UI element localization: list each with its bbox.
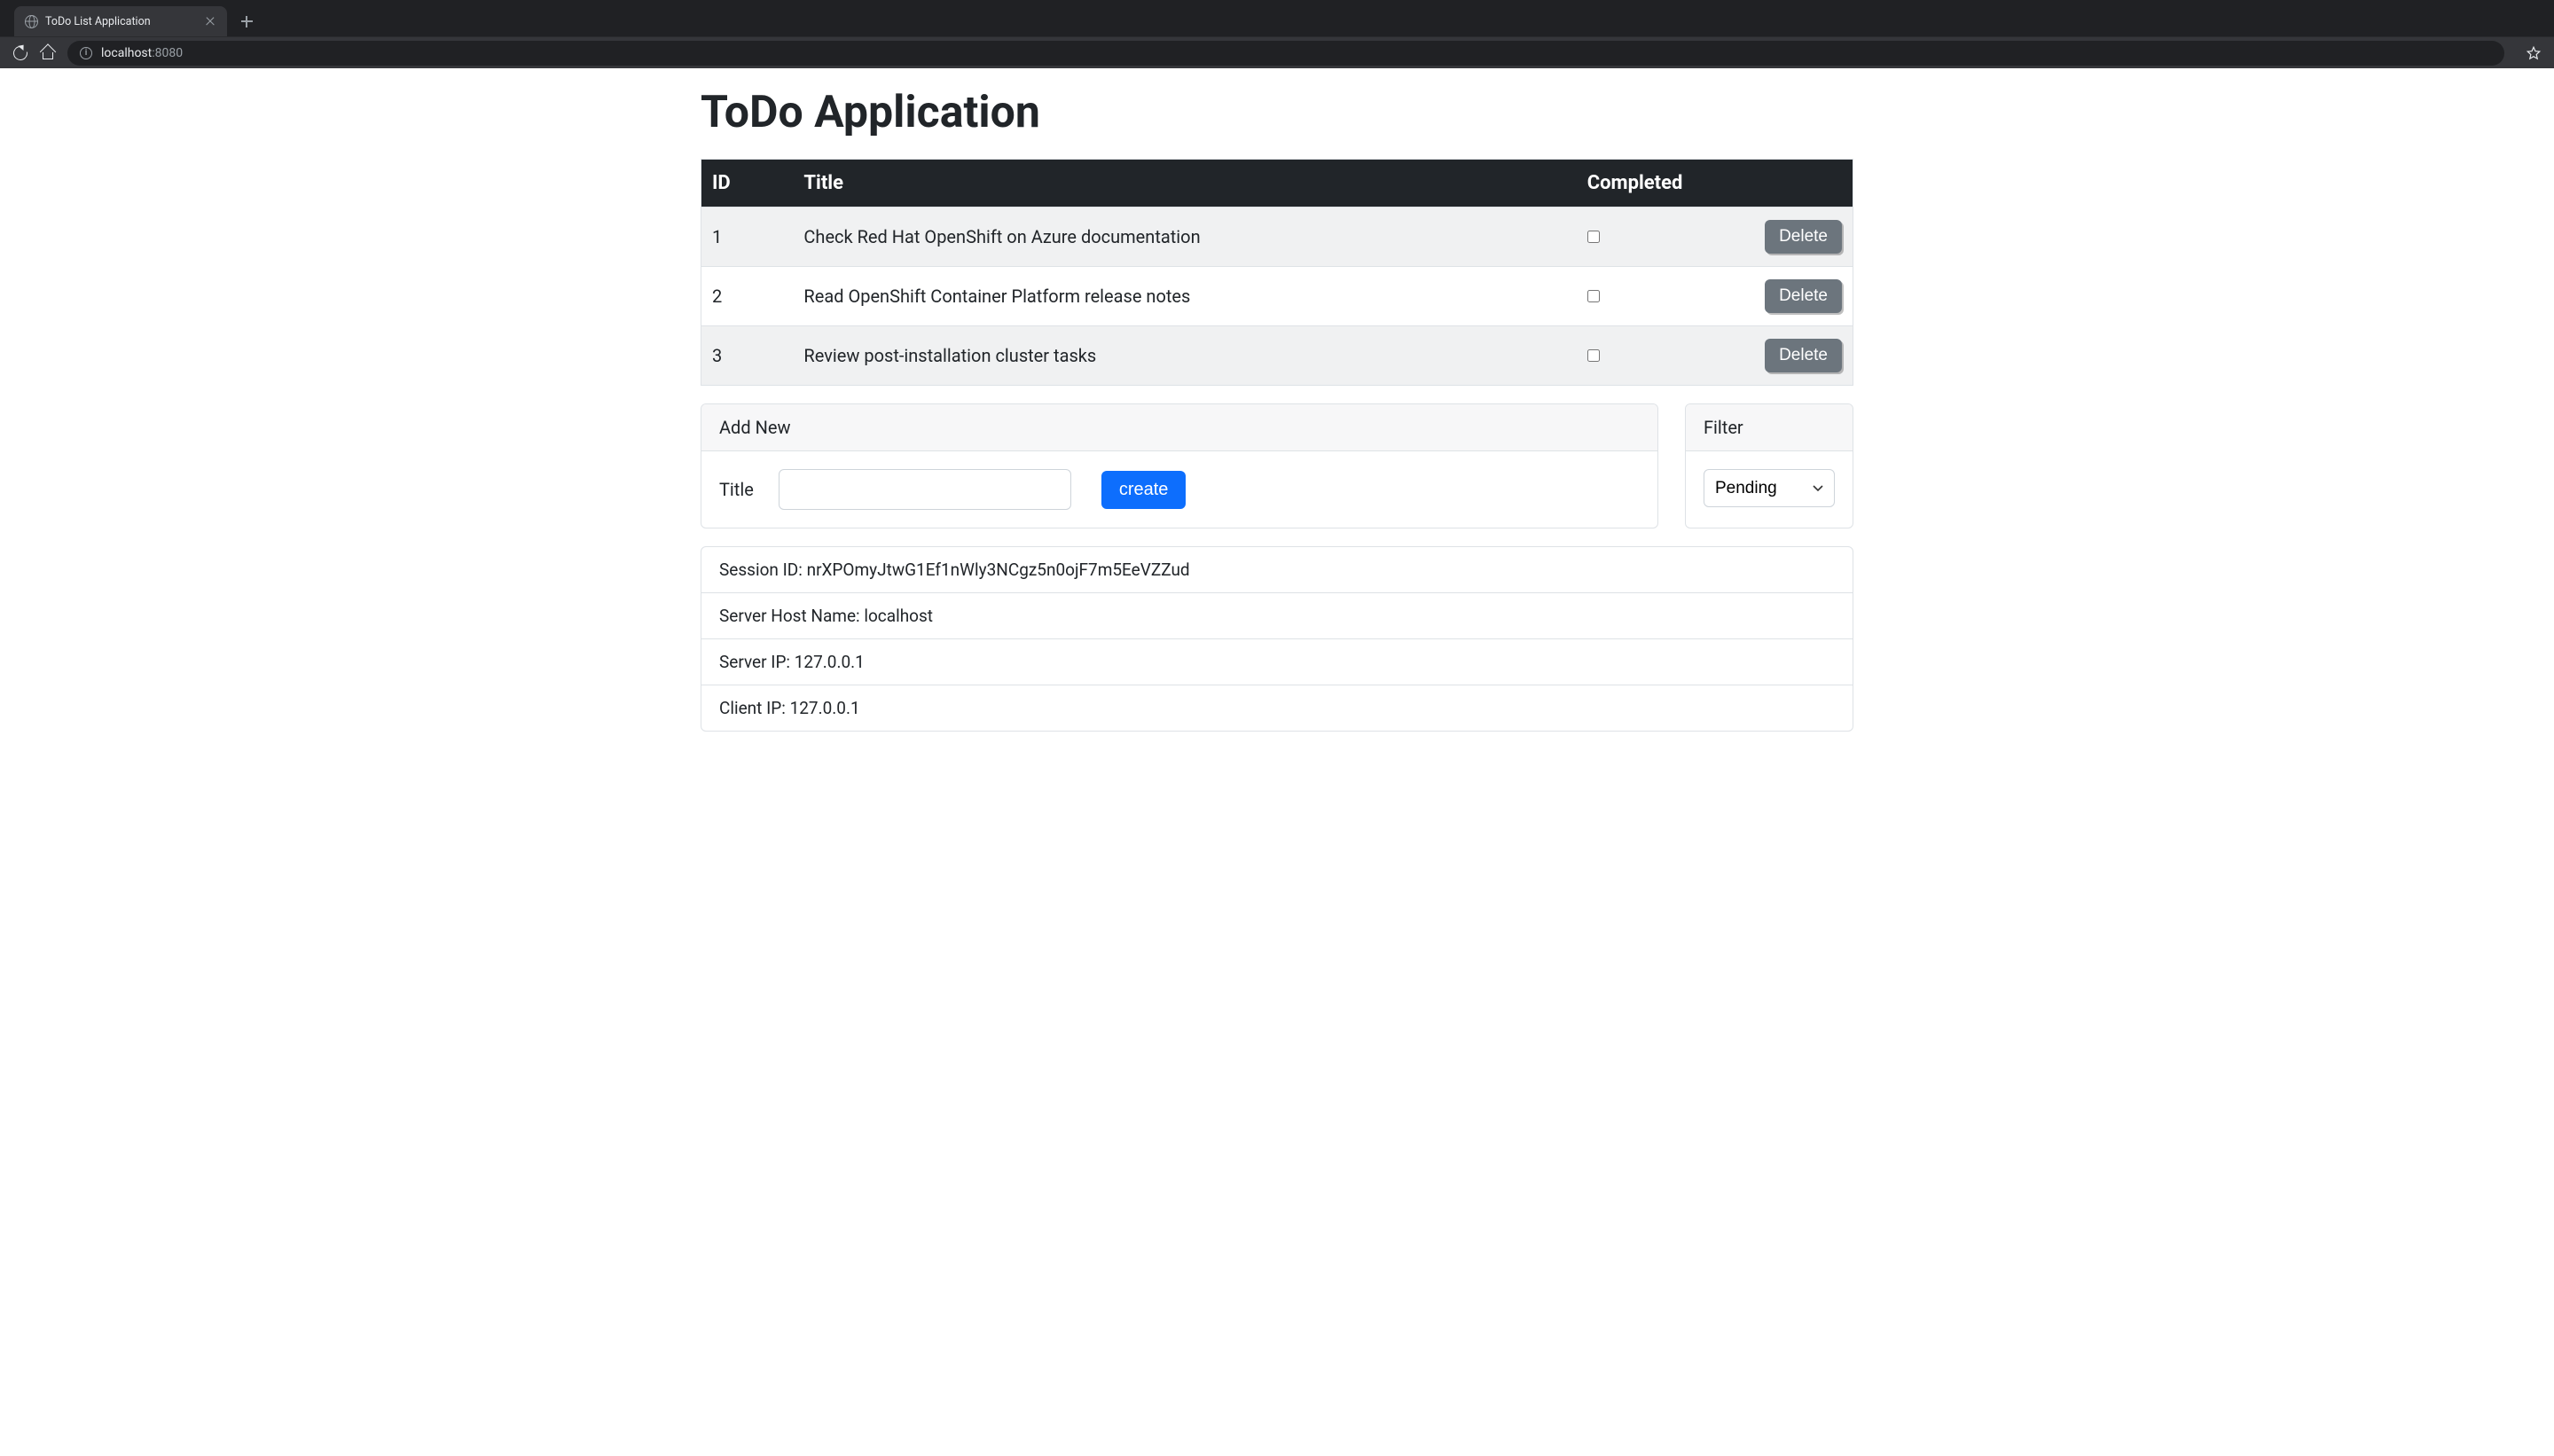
close-icon[interactable] [204,15,216,27]
tab-strip: ToDo List Application [0,0,2554,36]
th-title: Title [793,160,1576,207]
page-content: ToDo Application ID Title Completed 1 Ch… [701,68,1853,767]
info-host: Server Host Name: localhost [701,592,1853,638]
title-label: Title [719,479,754,500]
filter-header: Filter [1686,404,1853,451]
reload-icon[interactable] [12,45,28,61]
cell-id: 3 [701,326,794,386]
address-bar[interactable]: i localhost:8080 [67,41,2504,66]
site-info-icon[interactable]: i [80,47,92,59]
table-row: 3 Review post-installation cluster tasks… [701,326,1853,386]
th-completed: Completed [1577,160,1715,207]
server-info-list: Session ID: nrXPOmyJtwG1Ef1nWly3NCgz5n0o… [701,546,1853,732]
tab-title: ToDo List Application [45,15,197,28]
home-icon[interactable] [41,46,55,60]
add-new-card: Add New Title create [701,403,1658,528]
cell-title: Read OpenShift Container Platform releas… [793,267,1576,326]
new-tab-button[interactable] [234,9,259,34]
th-id: ID [701,160,794,207]
browser-chrome: ToDo List Application i localhost:8080 [0,0,2554,68]
delete-button[interactable]: Delete [1765,279,1842,313]
bookmark-star-icon[interactable] [2526,45,2542,61]
address-host: localhost [101,46,152,60]
cell-id: 2 [701,267,794,326]
title-input[interactable] [779,469,1071,510]
filter-select[interactable]: Pending [1704,469,1835,507]
cell-id: 1 [701,207,794,267]
completed-checkbox[interactable] [1587,231,1600,243]
delete-button[interactable]: Delete [1765,339,1842,372]
th-actions [1715,160,1853,207]
filter-card: Filter Pending [1685,403,1853,528]
todo-table: ID Title Completed 1 Check Red Hat OpenS… [701,159,1853,386]
globe-icon [25,15,38,28]
info-client-ip: Client IP: 127.0.0.1 [701,685,1853,731]
cell-title: Check Red Hat OpenShift on Azure documen… [793,207,1576,267]
cell-title: Review post-installation cluster tasks [793,326,1576,386]
completed-checkbox[interactable] [1587,290,1600,302]
table-row: 2 Read OpenShift Container Platform rele… [701,267,1853,326]
info-session: Session ID: nrXPOmyJtwG1Ef1nWly3NCgz5n0o… [701,547,1853,592]
create-button[interactable]: create [1101,471,1187,509]
browser-tab[interactable]: ToDo List Application [14,6,227,36]
add-new-header: Add New [701,404,1657,451]
delete-button[interactable]: Delete [1765,220,1842,254]
browser-toolbar: i localhost:8080 [0,36,2554,68]
table-row: 1 Check Red Hat OpenShift on Azure docum… [701,207,1853,267]
page-title: ToDo Application [701,86,1853,139]
completed-checkbox[interactable] [1587,349,1600,362]
info-server-ip: Server IP: 127.0.0.1 [701,638,1853,685]
address-port: :8080 [152,46,183,60]
